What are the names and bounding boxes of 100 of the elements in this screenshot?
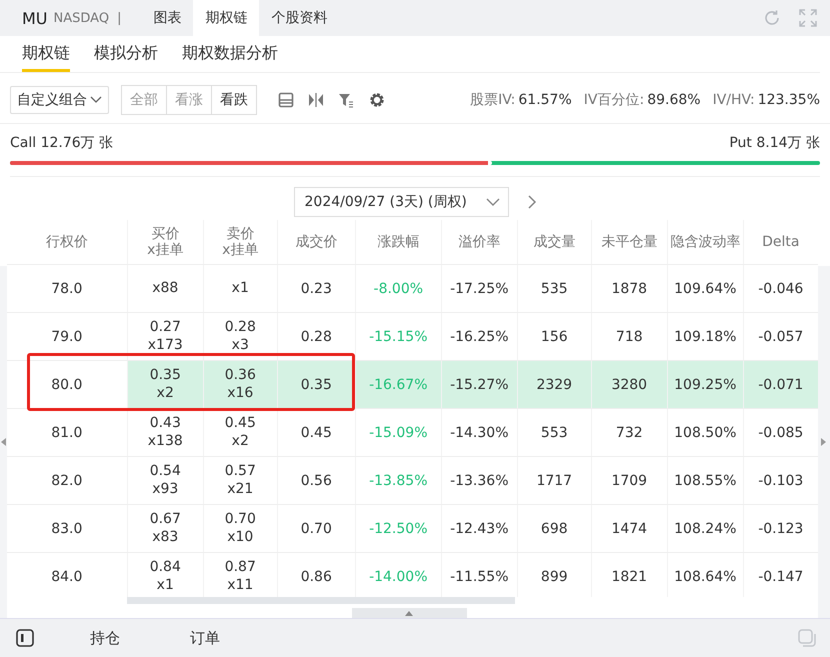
table-cell: 698 [516, 505, 591, 552]
column-header: 成交量 [516, 220, 591, 264]
table-cell: 732 [590, 409, 667, 456]
expiry-dropdown[interactable]: 2024/09/27 (3天) (周权) [294, 187, 508, 217]
column-header: 行权价 [44, 232, 89, 252]
table-cell: 0.35 x2 [126, 361, 203, 408]
table-cell: 553 [516, 409, 591, 456]
table-cell: -15.09% [354, 409, 441, 456]
table-cell: -13.85% [354, 457, 441, 504]
table-cell: 0.67 x83 [126, 505, 203, 552]
table-cell: 0.70 [276, 505, 355, 552]
fullscreen-icon[interactable] [798, 8, 818, 28]
table-cell: x1 [202, 265, 277, 312]
table-cell-text: 79.0 [50, 328, 84, 346]
layout-icon[interactable] [278, 92, 294, 108]
scroll-right-handle[interactable] [818, 266, 830, 618]
table-cell: 0.35 [276, 361, 355, 408]
table-cell: 1717 [516, 457, 591, 504]
expand-handle[interactable] [352, 608, 467, 618]
table-cell: 0.23 [276, 265, 355, 312]
bottom-tab[interactable]: 订单 [190, 628, 220, 648]
option-row[interactable]: 82.0 0.54 x93 0.57 x21 0.56 -13.85% -13.36% 1717 1709 108.55% -0.103 [6, 457, 818, 505]
top-tab[interactable]: 图表 [141, 0, 194, 36]
stat-label: IV百分位: [584, 91, 644, 109]
table-cell: 0.54 x93 [126, 457, 203, 504]
table-cell: -17.25% [440, 265, 517, 312]
settings-icon[interactable] [368, 91, 386, 109]
table-cell: 0.70 x10 [202, 505, 277, 552]
table-cell-text: 78.0 [50, 280, 84, 298]
table-cell: -16.67% [354, 361, 441, 408]
column-header: 卖价 x挂单 [202, 220, 277, 264]
table-cell: -12.43% [440, 505, 517, 552]
left-triangle-icon [0, 438, 6, 446]
table-cell: 0.27 x173 [126, 313, 203, 360]
table-cell: 108.55% [666, 457, 743, 504]
sub-tab[interactable]: 模拟分析 [94, 36, 158, 72]
right-triangle-icon [821, 438, 826, 446]
table-cell: -16.25% [440, 313, 517, 360]
combo-dropdown[interactable]: 自定义组合 [10, 86, 109, 114]
option-row[interactable]: 78.0 x88 x1 0.23 -8.00% -17.25% 535 1878 109.64% -0.046 [6, 265, 818, 313]
table-cell: -15.15% [354, 313, 441, 360]
table-cell: 109.64% [666, 265, 743, 312]
table-cell: -15.27% [440, 361, 517, 408]
table-cell: 0.57 x21 [202, 457, 277, 504]
stock-symbol: MU [22, 8, 48, 28]
table-cell-text: 82.0 [50, 472, 84, 490]
table-cell: 3280 [590, 361, 667, 408]
table-cell-text: 84.0 [50, 568, 84, 586]
stat-label: 股票IV: [470, 91, 516, 109]
table-cell: -8.00% [354, 265, 441, 312]
column-header: Delta [742, 220, 818, 264]
panel-icon[interactable] [16, 629, 34, 647]
table-cell: 1709 [590, 457, 667, 504]
refresh-icon[interactable] [762, 8, 782, 28]
table-cell: 535 [516, 265, 591, 312]
table-cell: 718 [590, 313, 667, 360]
option-row[interactable]: 80.0 0.35 x2 0.36 x16 0.35 -16.67% -15.27% 2329 3280 109.25% -0.071 [6, 361, 818, 409]
table-cell: -13.36% [440, 457, 517, 504]
table-cell-text: 83.0 [50, 520, 84, 538]
top-tab[interactable]: 个股资料 [259, 0, 340, 36]
table-cell: 1878 [590, 265, 667, 312]
mirror-icon[interactable] [308, 92, 324, 108]
top-tab[interactable]: 期权链 [193, 0, 260, 36]
option-row[interactable]: 83.0 0.67 x83 0.70 x10 0.70 -12.50% -12.43% 698 1474 108.24% -0.123 [6, 505, 818, 553]
chevron-down-icon [486, 198, 500, 206]
table-cell: x88 [126, 265, 203, 312]
filter-icon[interactable] [338, 92, 354, 108]
up-triangle-icon [405, 610, 414, 616]
table-cell: 899 [516, 553, 591, 597]
table-cell: 156 [516, 313, 591, 360]
column-header: 溢价率 [440, 220, 517, 264]
table-cell: 109.18% [666, 313, 743, 360]
bottom-tab[interactable]: 持仓 [90, 628, 120, 648]
column-header: 成交价 [276, 220, 355, 264]
chevron-down-icon [90, 96, 102, 104]
table-cell: 0.36 x16 [202, 361, 277, 408]
table-cell: -0.071 [742, 361, 818, 408]
option-row[interactable]: 81.0 0.43 x138 0.45 x2 0.45 -15.09% -14.30% 553 732 108.50% -0.085 [6, 409, 818, 457]
copy-icon[interactable] [798, 629, 816, 647]
sub-tab[interactable]: 期权数据分析 [182, 36, 278, 72]
sub-tab[interactable]: 期权链 [22, 36, 70, 72]
table-cell-text: 80.0 [50, 376, 84, 394]
stat-value: 89.68% [647, 92, 701, 108]
stat-label: IV/HV: [712, 92, 755, 108]
table-cell: 0.43 x138 [126, 409, 203, 456]
table-cell: -12.50% [354, 505, 441, 552]
table-cell: 1821 [590, 553, 667, 597]
stat-value: 61.57% [518, 92, 572, 108]
table-cell: -14.30% [440, 409, 517, 456]
filter-button[interactable]: 看跌 [211, 86, 256, 114]
horizontal-scrollbar[interactable] [126, 597, 515, 604]
table-cell: 0.45 [276, 409, 355, 456]
table-cell: 108.24% [666, 505, 743, 552]
scroll-left-handle[interactable] [0, 266, 7, 618]
exchange-label: NASDAQ [54, 10, 110, 26]
table-cell: 2329 [516, 361, 591, 408]
table-cell: 1474 [590, 505, 667, 552]
column-header: 隐含波动率 [666, 220, 743, 264]
column-header: 未平仓量 [590, 220, 667, 264]
put-volume: Put 8.14万 张 [729, 134, 820, 152]
